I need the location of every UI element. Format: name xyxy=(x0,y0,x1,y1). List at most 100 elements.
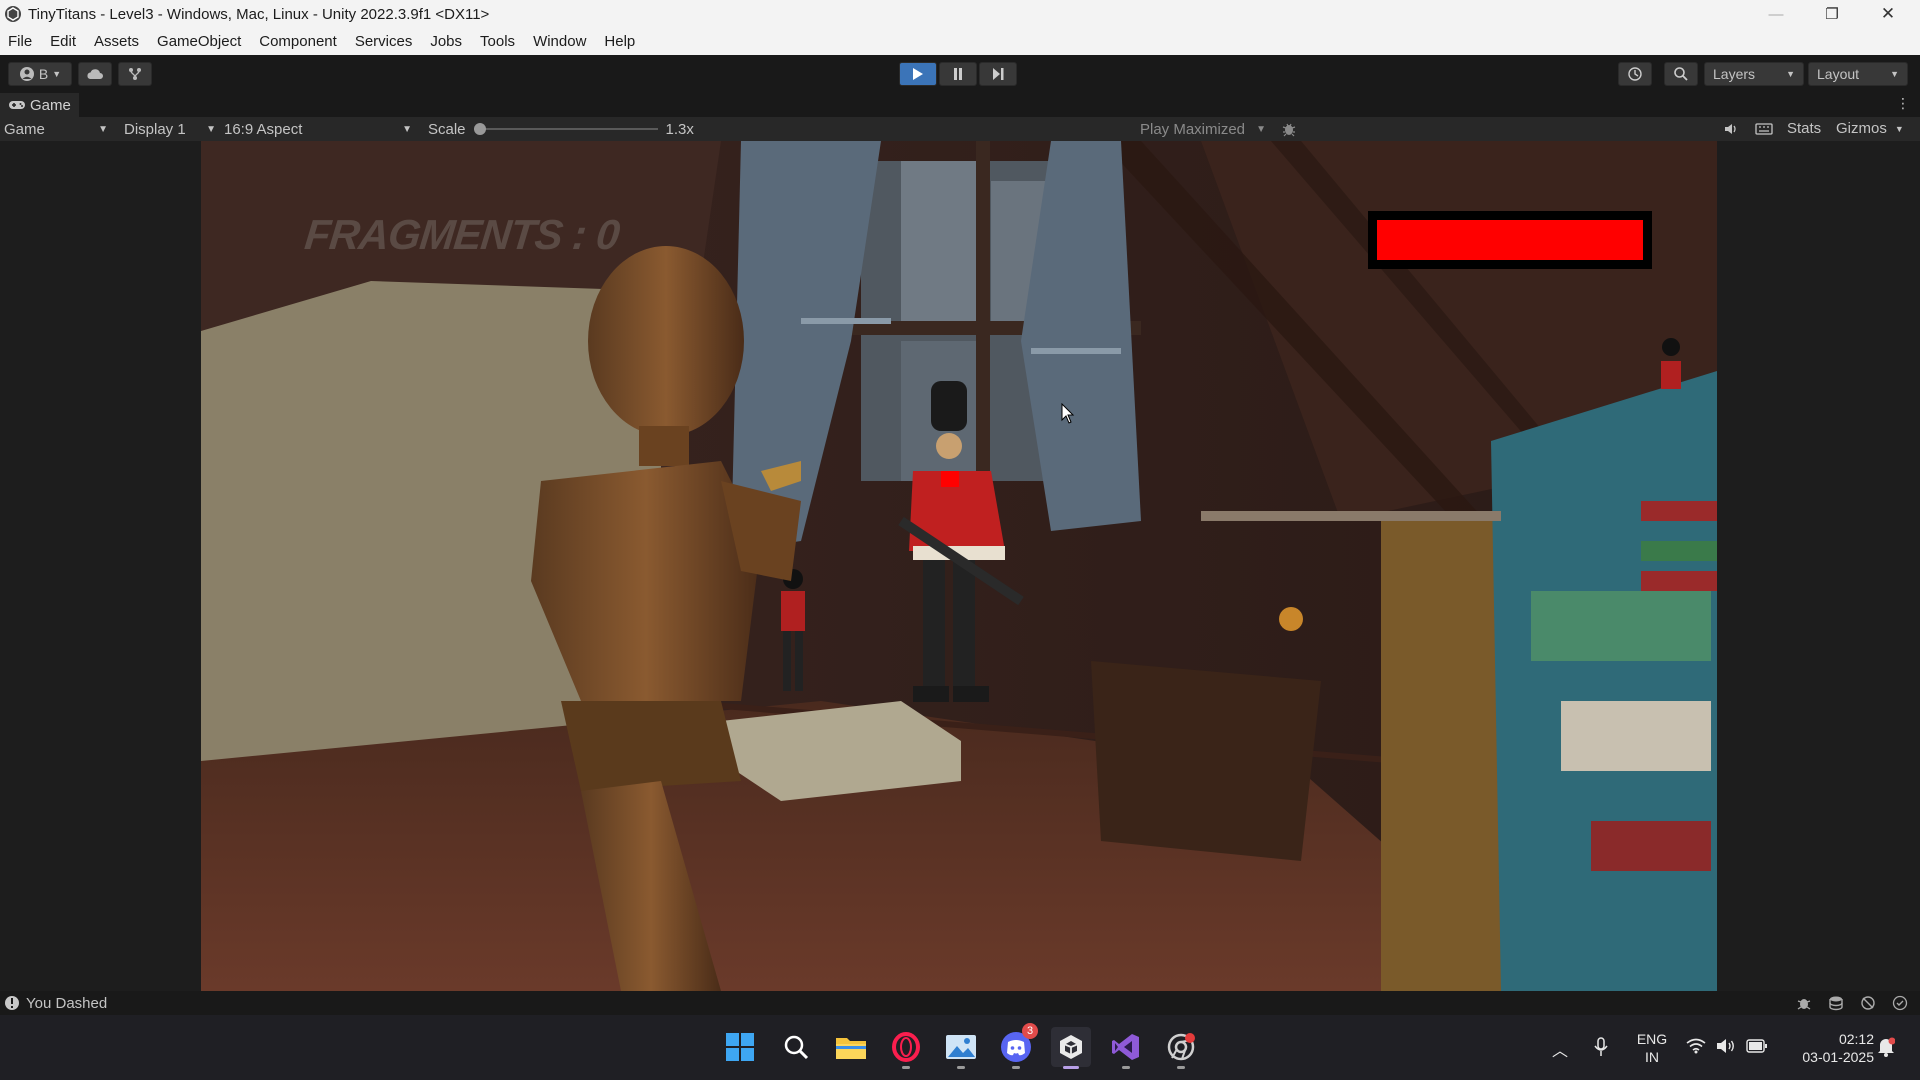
running-indicator xyxy=(1063,1066,1079,1069)
step-icon xyxy=(993,68,1004,80)
step-button[interactable] xyxy=(979,62,1017,86)
health-bar-fill xyxy=(1377,220,1643,260)
gamepad-icon xyxy=(9,101,25,109)
undo-history-button[interactable] xyxy=(1618,62,1652,86)
layout-label: Layout xyxy=(1817,66,1860,82)
menu-gameobject[interactable]: GameObject xyxy=(157,33,241,50)
view-mode-dropdown[interactable]: Game ▼ xyxy=(0,118,112,140)
status-message: You Dashed xyxy=(26,994,108,1012)
aspect-label: 16:9 Aspect xyxy=(224,120,303,138)
pause-button[interactable] xyxy=(939,62,977,86)
layers-dropdown[interactable]: Layers ▼ xyxy=(1704,62,1804,86)
photos-button[interactable] xyxy=(941,1027,981,1069)
search-icon xyxy=(784,1035,809,1060)
play-button[interactable] xyxy=(899,62,937,86)
fragments-counter: FRAGMENTS : 0 xyxy=(302,211,622,258)
battery-icon[interactable] xyxy=(1746,1039,1768,1057)
status-bar: You Dashed xyxy=(0,991,1920,1015)
scale-label: Scale xyxy=(428,120,466,138)
debug-icon[interactable] xyxy=(1796,995,1812,1015)
display-dropdown[interactable]: Display 1 ▼ xyxy=(120,118,220,140)
panel-tab-bar: Game ⋮ xyxy=(0,93,1920,117)
menu-jobs[interactable]: Jobs xyxy=(430,33,462,50)
chevron-down-icon: ▼ xyxy=(1894,123,1904,134)
collab-button[interactable] xyxy=(118,62,152,86)
running-indicator xyxy=(1177,1066,1185,1069)
visual-studio-icon xyxy=(1112,1034,1139,1060)
gizmos-dropdown[interactable]: Gizmos ▼ xyxy=(1836,120,1904,137)
cloud-icon xyxy=(87,69,103,79)
account-dropdown[interactable]: B ▼ xyxy=(8,62,72,86)
chevron-down-icon: ▼ xyxy=(98,123,108,135)
menu-services[interactable]: Services xyxy=(355,33,413,50)
restore-button[interactable]: ❐ xyxy=(1804,0,1860,28)
clock[interactable]: 02:12 03-01-2025 xyxy=(1782,1030,1874,1066)
scale-value: 1.3x xyxy=(665,120,694,138)
volume-icon[interactable] xyxy=(1716,1038,1736,1058)
opera-gx-icon xyxy=(892,1032,920,1062)
scale-slider-thumb[interactable] xyxy=(473,123,486,135)
game-viewport[interactable]: FRAGMENTS : 0 xyxy=(201,141,1717,991)
chrome-canary-button[interactable] xyxy=(1161,1027,1201,1069)
visual-studio-button[interactable] xyxy=(1106,1027,1146,1069)
taskbar-search-button[interactable] xyxy=(776,1027,816,1067)
microphone-icon[interactable] xyxy=(1594,1037,1608,1061)
chevron-down-icon: ▼ xyxy=(206,123,216,135)
file-explorer-button[interactable] xyxy=(831,1027,871,1067)
mute-audio-icon[interactable] xyxy=(1723,121,1739,141)
opera-gx-button[interactable] xyxy=(886,1027,926,1069)
running-indicator xyxy=(957,1066,965,1069)
minimize-icon: — xyxy=(1768,5,1784,23)
health-bar xyxy=(1368,211,1652,269)
game-view: FRAGMENTS : 0 xyxy=(0,141,1920,991)
chevron-down-icon: ▼ xyxy=(1256,123,1266,135)
close-button[interactable]: ✕ xyxy=(1860,0,1916,28)
account-label: B xyxy=(38,66,49,82)
stats-button[interactable]: Stats xyxy=(1787,120,1821,137)
chrome-canary-icon xyxy=(1167,1033,1195,1061)
menu-file[interactable]: File xyxy=(8,33,32,50)
search-button[interactable] xyxy=(1664,62,1698,86)
scale-slider[interactable] xyxy=(473,121,658,137)
close-icon: ✕ xyxy=(1880,4,1896,23)
menu-help[interactable]: Help xyxy=(604,33,635,50)
restore-icon: ❐ xyxy=(1825,6,1839,23)
photos-icon xyxy=(946,1035,976,1059)
play-mode-dropdown[interactable]: Play Maximized ▼ xyxy=(1136,118,1270,140)
version-control-icon xyxy=(129,68,141,80)
auto-generate-lighting-icon[interactable] xyxy=(1860,995,1876,1015)
folder-icon xyxy=(836,1038,866,1059)
chevron-down-icon: ▼ xyxy=(52,69,62,79)
language-indicator[interactable]: ENG IN xyxy=(1632,1030,1672,1066)
chevron-down-icon: ▼ xyxy=(402,123,412,135)
wifi-icon[interactable] xyxy=(1686,1038,1706,1058)
title-bar: TinyTitans - Level3 - Windows, Mac, Linu… xyxy=(0,0,1920,28)
chevron-up-icon[interactable]: ︿ xyxy=(1552,1037,1568,1061)
discord-button[interactable]: 3 xyxy=(996,1023,1038,1069)
menu-assets[interactable]: Assets xyxy=(94,33,139,50)
bug-icon[interactable] xyxy=(1280,120,1298,142)
display-label: Display 1 xyxy=(124,120,186,138)
minimize-button[interactable]: — xyxy=(1748,0,1804,28)
play-mode-label: Play Maximized xyxy=(1140,120,1246,138)
menu-tools[interactable]: Tools xyxy=(480,33,515,50)
menu-component[interactable]: Component xyxy=(259,33,337,50)
menu-edit[interactable]: Edit xyxy=(50,33,76,50)
aspect-dropdown[interactable]: 16:9 Aspect ▼ xyxy=(220,118,416,140)
menu-window[interactable]: Window xyxy=(533,33,586,50)
progress-check-icon[interactable] xyxy=(1892,995,1908,1015)
discord-badge: 3 xyxy=(1022,1023,1038,1039)
shortcuts-icon[interactable] xyxy=(1755,121,1773,141)
unity-icon xyxy=(1060,1035,1082,1059)
notification-bell-icon[interactable] xyxy=(1877,1037,1896,1061)
tab-game[interactable]: Game xyxy=(0,93,79,117)
chevron-down-icon: ▼ xyxy=(1890,69,1899,79)
cache-server-icon[interactable] xyxy=(1828,995,1844,1015)
more-options-icon[interactable]: ⋮ xyxy=(1896,95,1910,112)
tab-game-label: Game xyxy=(30,96,71,114)
cloud-button[interactable] xyxy=(78,62,112,86)
running-indicator xyxy=(1012,1066,1020,1069)
unity-button[interactable] xyxy=(1051,1027,1091,1069)
windows-start-button[interactable] xyxy=(720,1027,760,1067)
layout-dropdown[interactable]: Layout ▼ xyxy=(1808,62,1908,86)
